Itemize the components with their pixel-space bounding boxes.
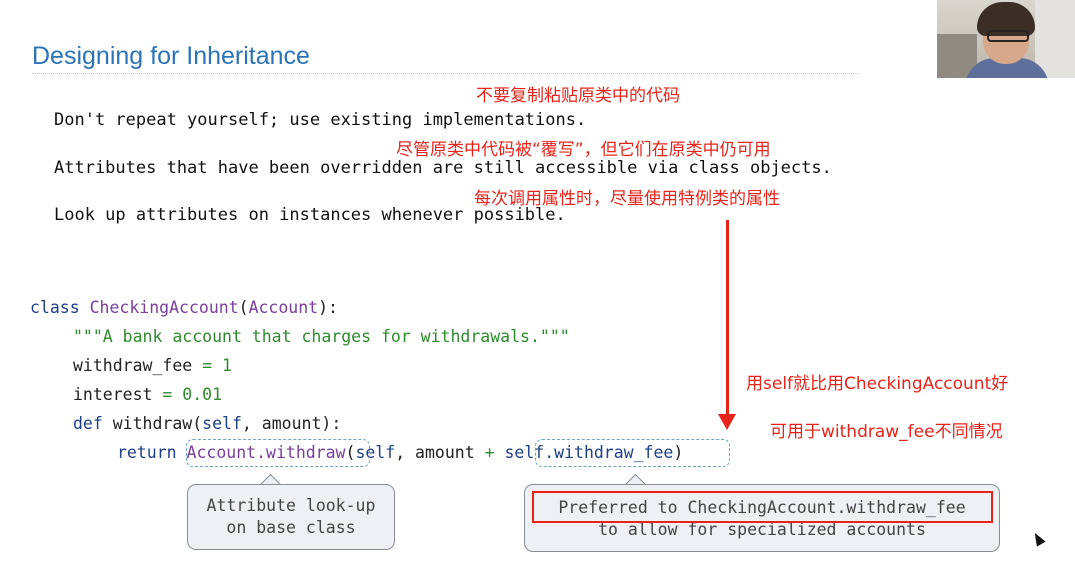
mouse-cursor-icon — [1030, 530, 1046, 547]
code-line-class-def: class CheckingAccount(Account): — [30, 298, 338, 317]
highlight-self-withdraw-fee — [535, 439, 730, 467]
bullet-lookup-on-instances: Look up attributes on instances whenever… — [54, 205, 566, 225]
annotation-red-highlight-box — [532, 491, 993, 523]
code-line-docstring: """A bank account that charges for withd… — [73, 327, 570, 346]
presenter-webcam-thumbnail — [937, 0, 1075, 78]
slide-title: Designing for Inheritance — [32, 42, 310, 70]
annotation-arrow-head — [718, 414, 736, 430]
annotation-note-4: 用self就比用CheckingAccount好 — [746, 374, 1009, 394]
code-line-interest: interest = 0.01 — [73, 385, 223, 404]
annotation-note-1: 不要复制粘贴原类中的代码 — [476, 86, 680, 106]
annotation-arrow-shaft — [726, 220, 729, 416]
code-line-withdraw-fee: withdraw_fee = 1 — [73, 356, 232, 375]
callout-left-line-2: on base class — [226, 518, 356, 537]
bullet-dont-repeat: Don't repeat yourself; use existing impl… — [54, 110, 587, 130]
title-divider — [32, 73, 858, 74]
callout-left-line-1: Attribute look-up — [206, 496, 376, 515]
annotation-note-5: 可用于withdraw_fee不同情况 — [770, 422, 1003, 442]
callout-base-class-lookup: Attribute look-up on base class — [187, 484, 395, 550]
annotation-note-2: 尽管原类中代码被“覆写”，但它们在原类中仍可用 — [396, 140, 771, 160]
highlight-account-withdraw — [186, 439, 370, 467]
code-line-def-withdraw: def withdraw(self, amount): — [73, 414, 342, 433]
bullet-overridden-attributes: Attributes that have been overridden are… — [54, 158, 832, 178]
